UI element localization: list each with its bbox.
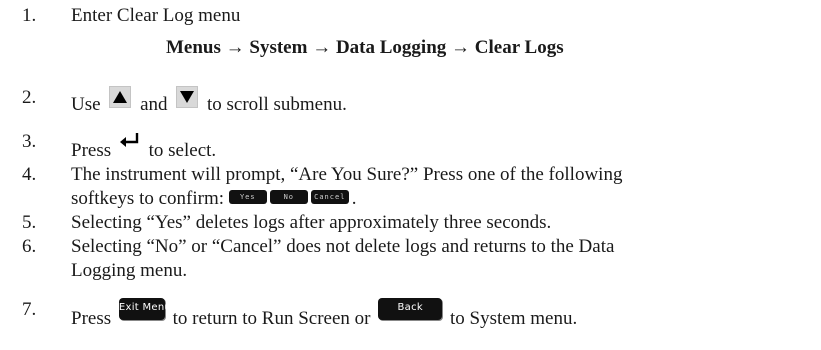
step-5: 5. Selecting “Yes” deletes logs after ap… [0, 211, 821, 235]
step-number: 2. [22, 87, 37, 108]
enter-icon [119, 130, 141, 152]
step-text: to System menu. [450, 308, 578, 329]
step-7: 7. Press Exit Menu to return to Run Scre… [0, 298, 821, 329]
step-number: 5. [22, 212, 37, 233]
step-text: Enter Clear Log menu [71, 5, 241, 26]
step-4: 4. The instrument will prompt, “Are You … [0, 163, 821, 187]
softkey-cancel[interactable]: Cancel [310, 190, 349, 204]
step-text: The instrument will prompt, “Are You Sur… [71, 164, 623, 185]
step-text: Selecting “No” or “Cancel” does not dele… [71, 236, 615, 257]
step-text: Press [71, 308, 112, 329]
step-number: 1. [22, 5, 37, 26]
back-button[interactable]: Back [378, 298, 443, 320]
step-text: to scroll submenu. [207, 94, 347, 115]
step-number: 6. [22, 236, 37, 257]
step-text: Use [71, 94, 101, 115]
step-text: softkeys to confirm: [71, 188, 225, 209]
step-text: Selecting “Yes” deletes logs after appro… [71, 212, 552, 233]
down-arrow-icon [176, 86, 199, 108]
step-2: 2. Use and to scroll submenu. [0, 86, 821, 115]
step-4-continued: softkeys to confirm: Yes No Cancel. [71, 188, 357, 209]
softkey-yes[interactable]: Yes [228, 190, 267, 204]
step-number: 7. [22, 299, 37, 320]
step-6: 6. Selecting “No” or “Cancel” does not d… [0, 235, 821, 259]
step-6-continued: Logging menu. [71, 260, 188, 281]
step-text: and [140, 94, 168, 115]
menu-path: Menus → System → Data Logging → Clear Lo… [166, 37, 564, 58]
step-number: 3. [22, 131, 37, 152]
softkey-no[interactable]: No [269, 190, 308, 204]
step-number: 4. [22, 164, 37, 185]
step-3: 3. Press to select. [0, 130, 821, 161]
step-1: 1. Enter Clear Log menu [0, 4, 821, 28]
exit-menu-button[interactable]: Exit Menu [118, 298, 171, 320]
step-text: to return to Run Screen or [172, 308, 371, 329]
step-text: Press [71, 140, 112, 161]
up-arrow-icon [109, 86, 132, 108]
step-text: to select. [148, 140, 217, 161]
